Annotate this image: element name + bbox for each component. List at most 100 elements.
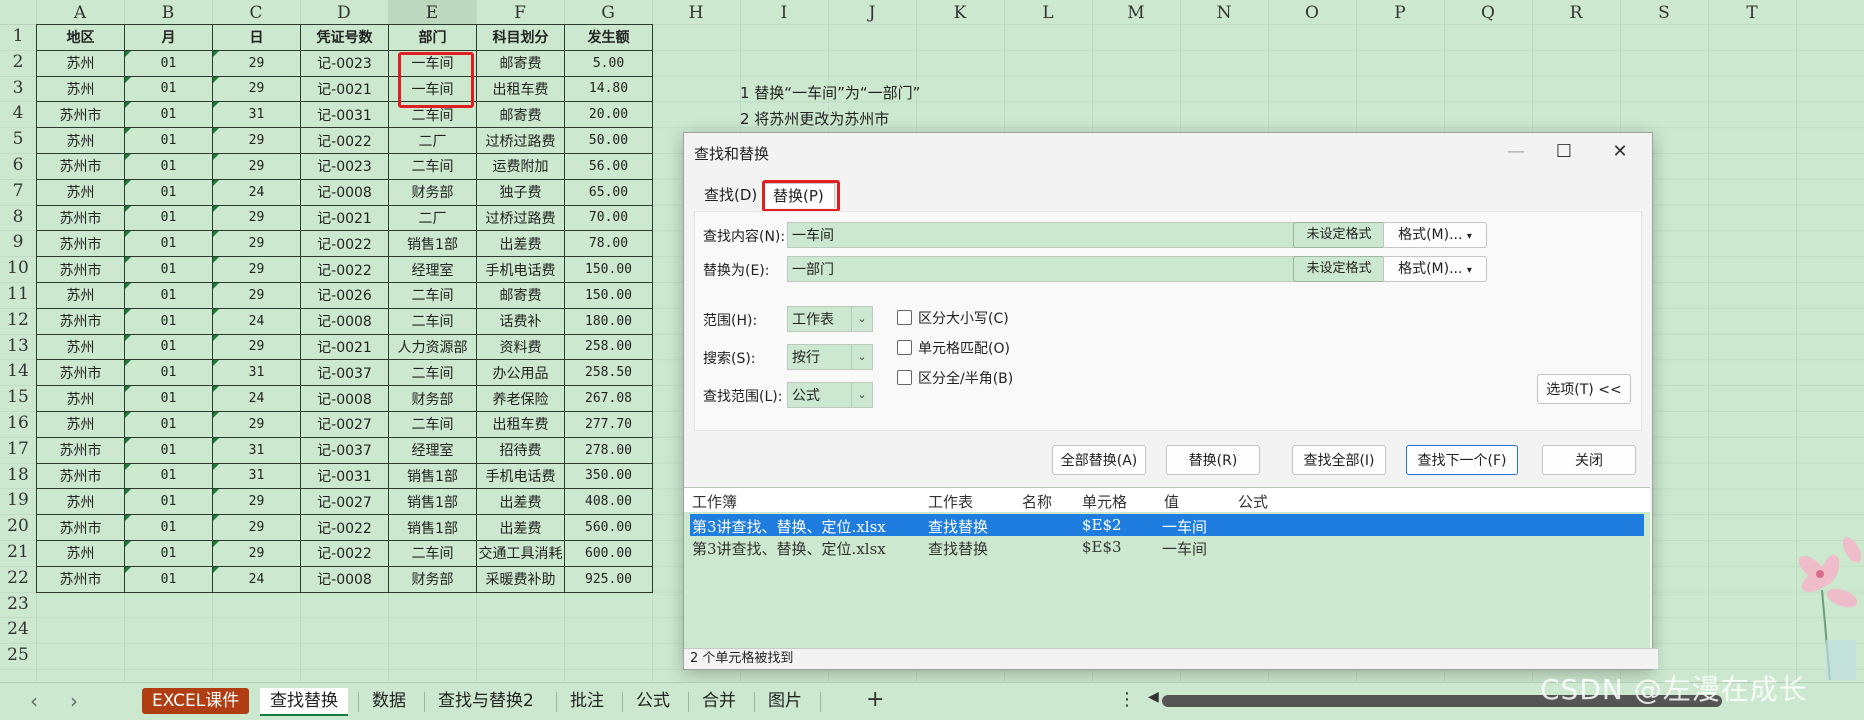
- find-format-button[interactable]: 格式(M)... ▾: [1383, 222, 1487, 248]
- row-header[interactable]: 9: [0, 230, 36, 258]
- cell-month[interactable]: 01: [124, 462, 213, 490]
- col-header-Q[interactable]: Q: [1444, 0, 1533, 24]
- cell-account[interactable]: 独子费: [476, 178, 565, 206]
- cell-department[interactable]: 财务部: [388, 385, 477, 412]
- cell-day[interactable]: 29: [212, 256, 301, 283]
- results-col-formula[interactable]: 公式: [1238, 491, 1268, 512]
- cell-account[interactable]: 手机电话费: [476, 462, 565, 490]
- row-header[interactable]: 12: [0, 308, 36, 335]
- cell-region[interactable]: 苏州: [36, 539, 125, 567]
- cell-day[interactable]: 29: [212, 152, 301, 180]
- row-header[interactable]: 4: [0, 101, 36, 129]
- cell-department[interactable]: 二车间: [388, 152, 477, 180]
- cell-month[interactable]: 01: [124, 565, 213, 593]
- row-header[interactable]: 2: [0, 50, 36, 77]
- cell-day[interactable]: 29: [212, 488, 301, 516]
- cell-day[interactable]: 29: [212, 539, 301, 567]
- cell-account[interactable]: 出租车费: [476, 410, 565, 438]
- cell-day[interactable]: 29: [212, 514, 301, 541]
- cell-region[interactable]: 苏州市: [36, 307, 125, 335]
- scroll-left-arrow-icon[interactable]: ◀: [1148, 689, 1159, 705]
- cell-amount[interactable]: 70.00: [564, 204, 653, 232]
- cell-month[interactable]: 01: [124, 333, 213, 361]
- col-header-T[interactable]: T: [1708, 0, 1797, 24]
- cell-department[interactable]: 二车间: [388, 307, 477, 335]
- cell-month[interactable]: 01: [124, 230, 213, 258]
- cell-amount[interactable]: 180.00: [564, 307, 653, 335]
- col-header-A[interactable]: A: [36, 0, 125, 24]
- row-header[interactable]: 13: [0, 334, 36, 361]
- cell-month[interactable]: 01: [124, 410, 213, 438]
- results-col-cell[interactable]: 单元格: [1082, 491, 1127, 512]
- cell-amount[interactable]: 50.00: [564, 127, 653, 154]
- cell-amount[interactable]: 277.70: [564, 410, 653, 438]
- col-header-E[interactable]: E: [388, 0, 477, 24]
- scope-select[interactable]: 工作表 ⌄: [787, 306, 873, 332]
- match-width-checkbox[interactable]: 区分全/半角(B): [897, 368, 1013, 388]
- cell-month[interactable]: 01: [124, 204, 213, 232]
- sheet-tab-excel-course[interactable]: EXCEL课件: [142, 688, 250, 714]
- cell-region[interactable]: 苏州: [36, 410, 125, 438]
- cell-region[interactable]: 苏州: [36, 385, 125, 412]
- cell-month[interactable]: 01: [124, 101, 213, 129]
- search-select[interactable]: 按行 ⌄: [787, 344, 873, 370]
- col-header-P[interactable]: P: [1356, 0, 1445, 24]
- col-header-M[interactable]: M: [1092, 0, 1181, 24]
- cell-voucher[interactable]: 记-0008: [300, 178, 389, 206]
- cell-month[interactable]: 01: [124, 178, 213, 206]
- cell-department[interactable]: 二车间: [388, 359, 477, 387]
- row-header[interactable]: 10: [0, 256, 36, 283]
- cell-amount[interactable]: 350.00: [564, 462, 653, 490]
- cell-region[interactable]: 苏州市: [36, 514, 125, 541]
- cell-day[interactable]: 29: [212, 75, 301, 103]
- cell-amount[interactable]: 600.00: [564, 539, 653, 567]
- cell-day[interactable]: 29: [212, 49, 301, 77]
- cell-day[interactable]: 31: [212, 359, 301, 387]
- cell-account[interactable]: 养老保险: [476, 385, 565, 412]
- table-header-cell[interactable]: 日: [212, 24, 301, 51]
- cell-month[interactable]: 01: [124, 539, 213, 567]
- cell-voucher[interactable]: 记-0008: [300, 565, 389, 593]
- maximize-icon[interactable]: ☐: [1544, 137, 1584, 167]
- row-header[interactable]: 16: [0, 411, 36, 438]
- cell-month[interactable]: 01: [124, 152, 213, 180]
- row-header[interactable]: 20: [0, 514, 36, 541]
- table-header-cell[interactable]: 发生额: [564, 24, 653, 51]
- find-no-format-button[interactable]: 未设定格式: [1293, 222, 1385, 248]
- cell-account[interactable]: 交通工具消耗: [476, 539, 565, 567]
- cell-account[interactable]: 邮寄费: [476, 49, 565, 77]
- cell-department[interactable]: 经理室: [388, 436, 477, 464]
- cell-voucher[interactable]: 记-0021: [300, 75, 389, 103]
- cell-amount[interactable]: 20.00: [564, 101, 653, 129]
- col-header-C[interactable]: C: [212, 0, 301, 24]
- cell-account[interactable]: 办公用品: [476, 359, 565, 387]
- options-button[interactable]: 选项(T) <<: [1537, 374, 1631, 404]
- row-header[interactable]: 17: [0, 437, 36, 464]
- cell-month[interactable]: 01: [124, 385, 213, 412]
- cell-day[interactable]: 29: [212, 410, 301, 438]
- row-header[interactable]: 14: [0, 359, 36, 387]
- cell-account[interactable]: 运费附加: [476, 152, 565, 180]
- col-header-G[interactable]: G: [564, 0, 653, 24]
- cell-department[interactable]: 二车间: [388, 281, 477, 309]
- cell-department[interactable]: 人力资源部: [388, 333, 477, 361]
- cell-voucher[interactable]: 记-0008: [300, 307, 389, 335]
- cell-voucher[interactable]: 记-0037: [300, 359, 389, 387]
- cell-department[interactable]: 销售1部: [388, 488, 477, 516]
- cell-voucher[interactable]: 记-0022: [300, 230, 389, 258]
- cell-account[interactable]: 出差费: [476, 488, 565, 516]
- cell-month[interactable]: 01: [124, 514, 213, 541]
- replace-all-button[interactable]: 全部替换(A): [1052, 445, 1146, 475]
- cell-month[interactable]: 01: [124, 436, 213, 464]
- row-header[interactable]: 5: [0, 127, 36, 154]
- cell-region[interactable]: 苏州市: [36, 436, 125, 464]
- match-cell-checkbox[interactable]: 单元格匹配(O): [897, 338, 1010, 358]
- cell-region[interactable]: 苏州市: [36, 359, 125, 387]
- cell-department[interactable]: 二厂: [388, 127, 477, 154]
- sheet-tab-images[interactable]: 图片: [758, 688, 812, 714]
- cell-day[interactable]: 29: [212, 333, 301, 361]
- col-header-J[interactable]: J: [828, 0, 917, 24]
- replace-format-button[interactable]: 格式(M)... ▾: [1383, 256, 1487, 282]
- row-header[interactable]: 15: [0, 385, 36, 412]
- row-header[interactable]: 1: [0, 24, 36, 51]
